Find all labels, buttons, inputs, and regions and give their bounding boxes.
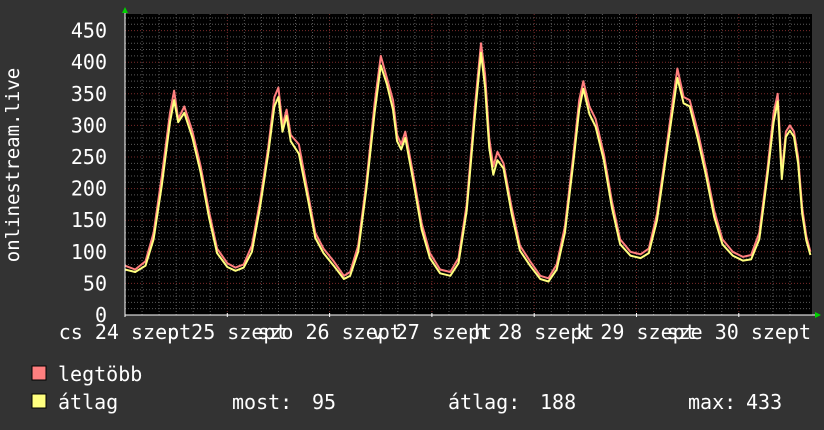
stat-atlag-value: 188 [540,390,576,414]
stat-most-label: most: [232,390,292,414]
line-chart: 050100150200250300350400450 cs 24 szeptp… [2,7,821,414]
legend-swatch-legtobb [31,365,47,381]
y-tick-label: 450 [71,19,107,43]
stat-atlag-label: átlag: [448,390,520,414]
y-tick-label: 100 [71,240,107,264]
stat-max-value: 433 [746,390,782,414]
legend-label-atlag: átlag [58,390,118,414]
y-tick-label: 50 [83,271,107,295]
y-tick-label: 350 [71,82,107,106]
x-tick-label: sze 30 szept [667,320,812,344]
y-axis-label: onlinestream.live [2,68,24,262]
y-tick-label: 250 [71,145,107,169]
y-tick-label: 300 [71,113,107,137]
y-tick-label: 400 [71,50,107,74]
y-tick-labels: 050100150200250300350400450 [71,19,107,327]
stat-max-label: max: [688,390,736,414]
x-tick-labels: cs 24 szeptp 25 szeptszo 26 szeptv 27 sz… [59,320,811,344]
y-axis-arrow-icon [122,7,128,13]
y-tick-label: 150 [71,208,107,232]
chart-panel: 0 50 100 150 200 250 300 350 400 450 cs 24 szept p… [0,0,824,430]
legend-swatch-atlag [31,393,47,409]
plot-area [125,14,812,315]
x-axis-arrow-icon [815,312,821,318]
legend-label-legtobb: legtöbb [58,362,142,386]
y-tick-label: 200 [71,177,107,201]
stat-most-value: 95 [312,390,336,414]
